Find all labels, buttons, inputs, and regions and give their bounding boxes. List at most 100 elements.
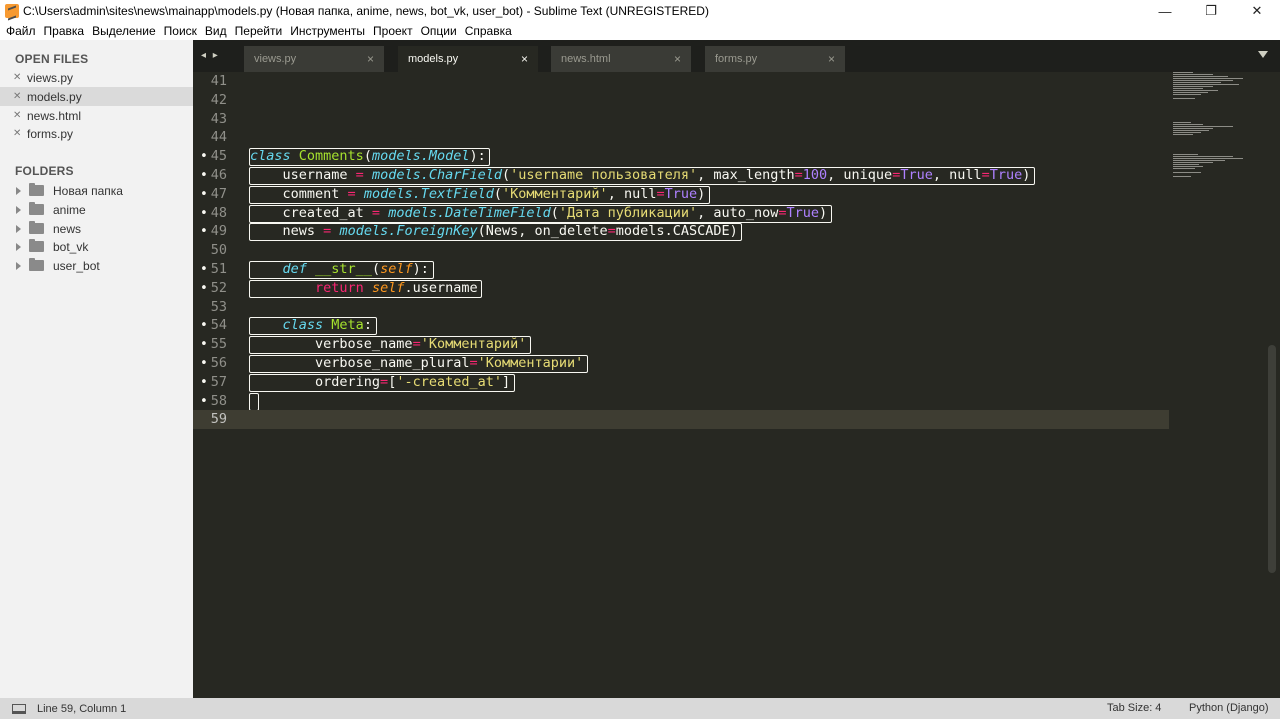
tab-forms[interactable]: forms.py × bbox=[705, 46, 845, 72]
vertical-scrollbar[interactable] bbox=[1268, 345, 1276, 573]
code-line[interactable]: 43 bbox=[193, 110, 1280, 129]
minimap[interactable] bbox=[1173, 72, 1267, 192]
tab-news[interactable]: news.html × bbox=[551, 46, 691, 72]
line-number: 47 bbox=[210, 185, 227, 202]
code-line[interactable]: • 58 bbox=[193, 392, 1280, 411]
syntax-selector[interactable]: Python (Django) bbox=[1189, 702, 1269, 714]
code-line[interactable]: • 56 verbose_name_plural='Комментарии' bbox=[193, 354, 1280, 373]
line-number: 51 bbox=[210, 261, 227, 277]
open-file-models[interactable]: ✕ models.py bbox=[0, 87, 193, 106]
tab-size-selector[interactable]: Tab Size: 4 bbox=[1107, 702, 1161, 714]
sidebar: OPEN FILES ✕ views.py ✕ models.py ✕ news… bbox=[0, 40, 193, 698]
tab-nav-arrows-icon[interactable]: ◂ ▸ bbox=[201, 50, 220, 61]
close-icon[interactable]: × bbox=[367, 52, 374, 66]
close-icon[interactable]: × bbox=[674, 52, 681, 66]
selection-outline bbox=[249, 223, 743, 242]
tab-models[interactable]: models.py × bbox=[398, 46, 538, 72]
chevron-right-icon[interactable] bbox=[16, 261, 21, 270]
minimap-line bbox=[1173, 176, 1191, 177]
close-icon[interactable]: ✕ bbox=[13, 72, 25, 83]
tab-overflow-icon[interactable] bbox=[1258, 51, 1268, 58]
folders-heading: FOLDERS bbox=[15, 164, 74, 178]
line-number: 49 bbox=[210, 223, 227, 240]
minimap-line bbox=[1173, 160, 1225, 161]
selection-outline bbox=[249, 279, 483, 298]
close-icon[interactable]: ✕ bbox=[13, 128, 25, 139]
code-line[interactable]: 53 bbox=[193, 298, 1280, 317]
minimap-line bbox=[1173, 166, 1203, 167]
minimap-line bbox=[1173, 92, 1208, 93]
open-file-forms[interactable]: ✕ forms.py bbox=[0, 124, 193, 143]
code-line[interactable]: • 51 def __str__(self): bbox=[193, 260, 1280, 279]
folder-item[interactable]: user_bot bbox=[0, 256, 193, 275]
selection-outline bbox=[249, 204, 832, 223]
close-icon[interactable]: × bbox=[521, 52, 528, 66]
code-line[interactable]: • 46 username = models.CharField('usernam… bbox=[193, 166, 1280, 185]
menu-file[interactable]: Файл bbox=[2, 24, 40, 38]
menu-preferences[interactable]: Опции bbox=[417, 24, 461, 38]
minimap-line bbox=[1173, 72, 1193, 73]
minimap-line bbox=[1173, 82, 1221, 83]
code-line[interactable]: • 48 created_at = models.DateTimeField('Д… bbox=[193, 204, 1280, 223]
menu-goto[interactable]: Перейти bbox=[231, 24, 287, 38]
menu-view[interactable]: Вид bbox=[201, 24, 231, 38]
selection-outline bbox=[249, 261, 434, 279]
menu-edit[interactable]: Правка bbox=[40, 24, 89, 38]
minimap-line bbox=[1173, 164, 1199, 165]
minimap-line bbox=[1173, 86, 1213, 87]
open-file-news[interactable]: ✕ news.html bbox=[0, 106, 193, 125]
code-line[interactable]: • 57 ordering=['-created_at'] bbox=[193, 373, 1280, 392]
code-line[interactable]: • 45 class Comments(models.Model): bbox=[193, 147, 1280, 167]
code-editor[interactable]: 41 42 43 44 • 45 class Comments(models.Model):… bbox=[193, 72, 1280, 698]
close-button[interactable]: ✕ bbox=[1234, 0, 1280, 22]
folder-item[interactable]: news bbox=[0, 219, 193, 238]
menu-find[interactable]: Поиск bbox=[160, 24, 201, 38]
code-line[interactable]: 59 bbox=[193, 410, 1169, 430]
chevron-right-icon[interactable] bbox=[16, 205, 21, 214]
tab-label: forms.py bbox=[715, 53, 758, 65]
folder-icon bbox=[29, 239, 44, 252]
code-line[interactable]: • 49 news = models.ForeignKey(News, on_de… bbox=[193, 222, 1280, 242]
code-line[interactable]: • 47 comment = models.TextField('Коммента… bbox=[193, 185, 1280, 204]
folder-label: Новая папка bbox=[53, 183, 123, 198]
minimap-line bbox=[1173, 128, 1213, 129]
close-icon[interactable]: ✕ bbox=[13, 110, 25, 121]
maximize-button[interactable]: ❐ bbox=[1188, 0, 1234, 22]
line-number: 56 bbox=[210, 355, 227, 371]
code-line[interactable]: • 55 verbose_name='Комментарий' bbox=[193, 335, 1280, 355]
open-file-views[interactable]: ✕ views.py bbox=[0, 68, 193, 87]
status-bar: Line 59, Column 1 Tab Size: 4 Python (Dj… bbox=[0, 698, 1280, 719]
code-line[interactable]: 44 bbox=[193, 128, 1280, 147]
minimap-line bbox=[1173, 84, 1239, 85]
minimap-line bbox=[1173, 90, 1218, 91]
code-line[interactable]: • 52 return self.username bbox=[193, 279, 1280, 298]
tab-label: news.html bbox=[561, 53, 611, 65]
cursor-position: Line 59, Column 1 bbox=[37, 702, 127, 715]
minimize-button[interactable]: — bbox=[1142, 0, 1188, 22]
close-icon[interactable]: × bbox=[828, 52, 835, 66]
menu-tools[interactable]: Инструменты bbox=[286, 24, 369, 38]
tab-label: models.py bbox=[408, 53, 459, 65]
line-number: 54 bbox=[210, 317, 227, 334]
chevron-right-icon[interactable] bbox=[16, 186, 21, 195]
close-icon[interactable]: ✕ bbox=[13, 91, 25, 102]
panel-toggle-icon[interactable] bbox=[12, 703, 26, 714]
line-number: 44 bbox=[210, 129, 227, 146]
chevron-right-icon[interactable] bbox=[16, 242, 21, 251]
code-line[interactable]: 50 bbox=[193, 241, 1280, 260]
folder-item[interactable]: Новая папка bbox=[0, 181, 193, 200]
minimap-line bbox=[1173, 94, 1201, 95]
chevron-right-icon[interactable] bbox=[16, 224, 21, 233]
tab-bar: ◂ ▸ views.py × models.py × news.html × f… bbox=[193, 40, 1280, 72]
folder-item[interactable]: anime bbox=[0, 200, 193, 219]
folder-item[interactable]: bot_vk bbox=[0, 237, 193, 256]
line-number: 48 bbox=[210, 204, 227, 221]
code-line[interactable]: 42 bbox=[193, 91, 1280, 110]
menu-selection[interactable]: Выделение bbox=[88, 24, 160, 38]
code-line[interactable]: 41 bbox=[193, 72, 1280, 91]
menu-help[interactable]: Справка bbox=[461, 24, 516, 38]
menu-project[interactable]: Проект bbox=[369, 24, 417, 38]
selection-outline bbox=[249, 167, 1035, 185]
tab-views[interactable]: views.py × bbox=[244, 46, 384, 72]
code-line[interactable]: • 54 class Meta: bbox=[193, 316, 1280, 336]
